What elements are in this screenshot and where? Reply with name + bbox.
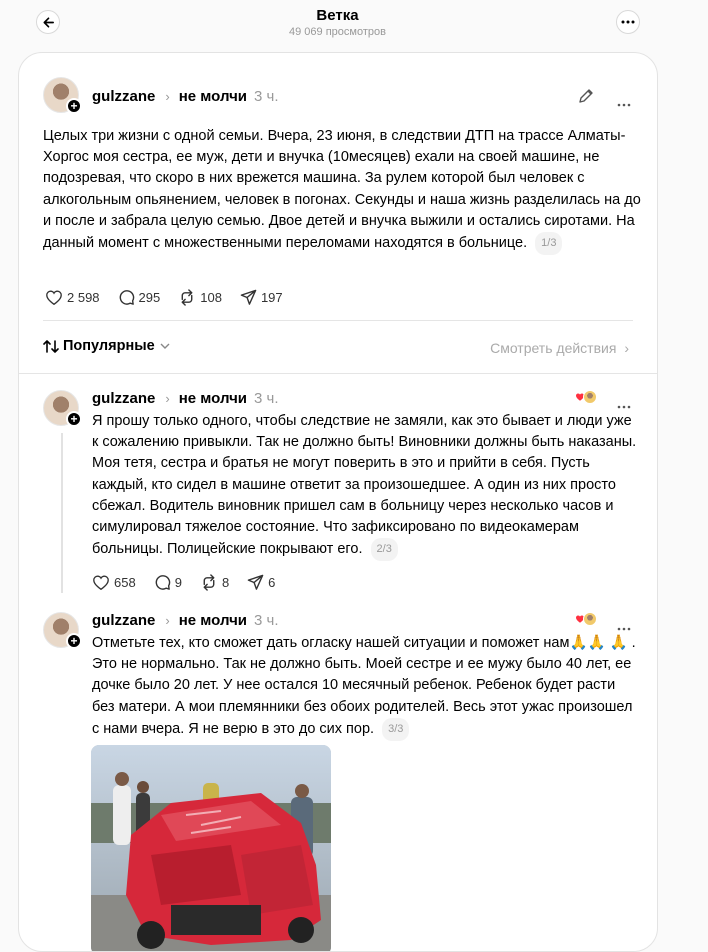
comment-icon xyxy=(119,290,134,305)
share-button[interactable]: 197 xyxy=(240,289,283,306)
post-header: gulzzane › не молчи 3 ч. xyxy=(92,86,279,106)
views-count: 49 069 просмотров xyxy=(289,26,386,38)
liked-by-author xyxy=(575,390,599,404)
post-more-button[interactable] xyxy=(617,94,631,112)
repost-count: 8 xyxy=(221,575,230,590)
more-icon xyxy=(617,405,631,409)
thread-pager: 1/3 xyxy=(535,232,563,256)
page-title: Ветка xyxy=(316,7,359,24)
top-bar: Ветка 49 069 просмотров xyxy=(0,0,708,50)
post-actions: 2 598 295 108 197 xyxy=(45,289,301,306)
chevron-right-icon: › xyxy=(165,88,170,104)
thread-pager: 2/3 xyxy=(370,538,398,562)
heart-icon xyxy=(46,290,62,306)
divider xyxy=(43,320,633,321)
thread-more-button[interactable] xyxy=(616,10,640,34)
see-actions-link[interactable]: Смотреть действия › xyxy=(490,340,629,356)
share-count: 197 xyxy=(260,290,283,305)
heart-icon xyxy=(93,575,109,591)
share-icon xyxy=(247,574,264,590)
repost-count: 108 xyxy=(200,290,222,305)
chevron-right-icon: › xyxy=(165,612,170,628)
repost-button[interactable]: 108 xyxy=(178,289,222,306)
topic-tag[interactable]: не молчи xyxy=(179,88,247,105)
username[interactable]: gulzzane xyxy=(92,612,155,629)
post-time: 3 ч. xyxy=(254,611,279,629)
thread-line xyxy=(61,433,63,593)
thread-card: + gulzzane › не молчи 3 ч. Целых три жиз… xyxy=(18,52,658,952)
reply-button[interactable]: 295 xyxy=(118,289,161,306)
chevron-right-icon: › xyxy=(624,340,629,356)
follow-plus-icon[interactable]: + xyxy=(66,98,82,114)
share-icon xyxy=(240,289,257,305)
avatar xyxy=(583,612,597,626)
follow-plus-icon[interactable]: + xyxy=(66,633,82,649)
more-icon xyxy=(617,627,631,631)
like-count: 2 598 xyxy=(67,290,100,305)
username[interactable]: gulzzane xyxy=(92,390,155,407)
post-header: gulzzane › не молчи 3 ч. xyxy=(92,610,279,630)
reply-count: 295 xyxy=(138,290,161,305)
post-text: Целых три жизни с одной семьи. Вчера, 23… xyxy=(43,126,643,256)
chevron-down-icon xyxy=(160,343,170,349)
sort-dropdown[interactable]: Популярные xyxy=(43,338,170,354)
thread-pager: 3/3 xyxy=(382,717,410,742)
more-icon xyxy=(621,20,635,24)
edit-button[interactable] xyxy=(577,87,595,110)
username[interactable]: gulzzane xyxy=(92,88,155,105)
post-time: 3 ч. xyxy=(254,87,279,105)
post-time: 3 ч. xyxy=(254,389,279,407)
chevron-right-icon: › xyxy=(165,390,170,406)
divider xyxy=(19,373,657,374)
share-button[interactable]: 6 xyxy=(247,574,275,591)
post-photo[interactable] xyxy=(91,745,331,951)
edit-pencil-icon xyxy=(579,89,593,103)
like-count: 658 xyxy=(114,575,136,590)
liked-by-author xyxy=(575,612,599,626)
share-count: 6 xyxy=(268,575,276,590)
like-button[interactable]: 2 598 xyxy=(45,289,100,306)
more-icon xyxy=(617,103,631,107)
like-button[interactable]: 658 xyxy=(92,574,136,591)
post-text: Я прошу только одного, чтобы следствие н… xyxy=(92,411,640,562)
repost-icon xyxy=(203,574,215,591)
post-body: Я прошу только одного, чтобы следствие н… xyxy=(92,413,637,558)
comment-icon xyxy=(155,575,170,590)
topic-tag[interactable]: не молчи xyxy=(179,612,247,629)
crashed-car-photo xyxy=(91,745,331,951)
repost-button[interactable]: 8 xyxy=(200,574,229,591)
post-body: Отметьте тех, кто сможет дать огласку на… xyxy=(92,635,606,651)
follow-plus-icon[interactable]: + xyxy=(66,411,82,427)
repost-icon xyxy=(181,289,193,306)
topic-tag[interactable]: не молчи xyxy=(179,390,247,407)
sort-icon xyxy=(43,339,59,353)
sort-label: Популярные xyxy=(63,338,155,354)
avatar xyxy=(583,390,597,404)
post-header: gulzzane › не молчи 3 ч. xyxy=(92,388,279,408)
post-actions: 658 9 8 6 xyxy=(92,574,293,591)
reply-count: 9 xyxy=(174,575,182,590)
post-text: Отметьте тех, кто сможет дать огласку на… xyxy=(92,633,640,742)
reply-button[interactable]: 9 xyxy=(154,574,182,591)
see-actions-label: Смотреть действия xyxy=(490,340,617,356)
